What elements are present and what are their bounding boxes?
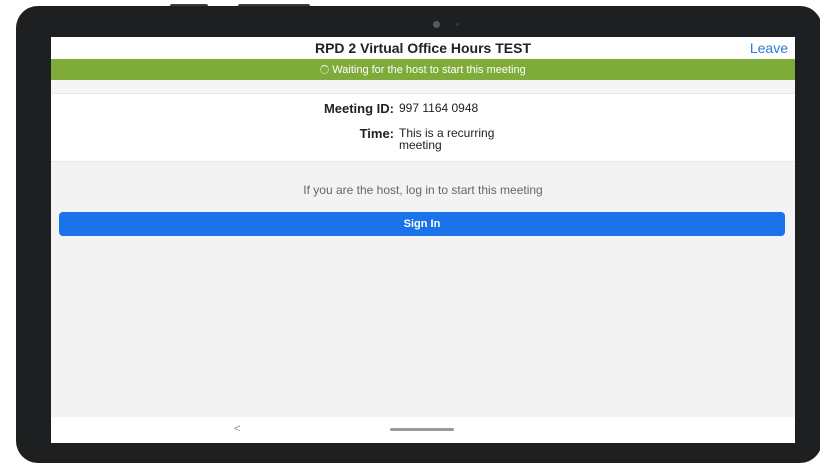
meeting-time-value: This is a recurring meeting xyxy=(399,126,495,152)
front-camera-icon xyxy=(433,21,440,28)
waiting-status-banner: Waiting for the host to start this meeti… xyxy=(51,59,795,80)
meeting-header: RPD 2 Virtual Office Hours TEST Leave xyxy=(51,37,795,59)
app-screen: RPD 2 Virtual Office Hours TEST Leave Wa… xyxy=(51,37,795,443)
meeting-id-value: 997 1164 0948 xyxy=(399,101,479,115)
sign-in-label: Sign In xyxy=(403,218,441,230)
screenshot-stage: RPD 2 Virtual Office Hours TEST Leave Wa… xyxy=(0,0,820,463)
spinner-icon xyxy=(320,65,330,74)
meeting-info-panel: Meeting ID: 997 1164 0948 Time: This is … xyxy=(51,93,795,162)
system-navigation-bar: < xyxy=(51,417,795,443)
meeting-time-label: Time: xyxy=(359,126,394,141)
host-login-prompt: If you are the host, log in to start thi… xyxy=(303,183,543,197)
sign-in-button[interactable]: Sign In xyxy=(59,212,785,236)
meeting-id-label: Meeting ID: xyxy=(323,101,394,116)
light-sensor-icon xyxy=(456,23,459,26)
leave-button[interactable]: Leave xyxy=(750,40,788,56)
section-divider xyxy=(51,80,795,93)
meeting-title: RPD 2 Virtual Office Hours TEST xyxy=(314,40,531,56)
home-pill-icon[interactable] xyxy=(390,428,454,431)
meeting-time-row: Time: This is a recurring meeting xyxy=(51,126,539,151)
chevron-left-icon[interactable]: < xyxy=(234,423,240,435)
waiting-status-text: Waiting for the host to start this meeti… xyxy=(332,63,526,76)
meeting-id-row: Meeting ID: 997 1164 0948 xyxy=(51,101,539,116)
